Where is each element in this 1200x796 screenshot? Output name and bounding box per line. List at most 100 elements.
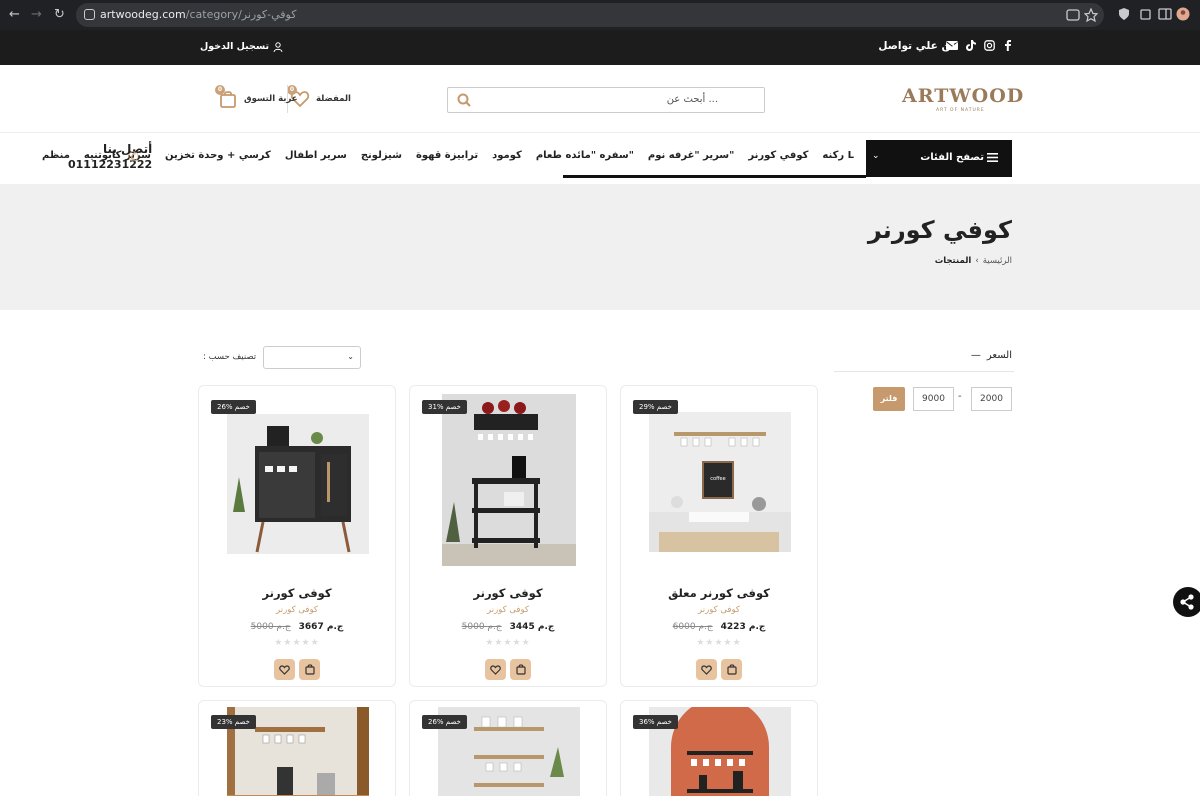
product-card[interactable]: 26% خصم [409,700,607,796]
panel-icon[interactable] [1158,7,1172,21]
contact-title: أتصل بنا [102,142,153,156]
product-name[interactable]: كوفى كورنر معلق [621,586,817,600]
browse-categories-button[interactable]: ⌄ تصفح الفئات [866,140,1012,177]
nav-item-l-sofa[interactable]: ركنه L [822,150,854,161]
contact-phone-number: 01112231222 [68,158,153,171]
current-price: 3667 ج.م [298,622,344,632]
product-card[interactable]: 36% خصم [620,700,818,796]
product-category[interactable]: كوفى كورنر [621,605,817,615]
url-text: artwoodeg.com/category/كوفي-كورنر [100,8,297,21]
search-icon[interactable] [456,92,472,108]
login-link[interactable]: تسجيل الدخول [200,41,283,52]
chevron-down-icon: ⌄ [347,352,354,361]
menu-icon [987,153,998,162]
contact-phone-block[interactable]: أتصل بنا 01112231222 [68,142,152,171]
current-price: 4223 ج.م [720,622,766,632]
facebook-icon[interactable] [1003,40,1012,51]
nav-item-nightstand[interactable]: كومود [492,150,522,161]
cart-bag-icon [515,664,526,675]
search-box: أبحث عن ... [447,87,765,113]
rating-stars: ★★★★★ [274,638,320,648]
discount-badge: 29% خصم [633,400,678,414]
product-category[interactable]: كوفى كورنر [199,605,395,615]
product-image[interactable] [227,392,369,566]
add-to-wishlist-button[interactable] [274,659,295,680]
discount-badge: 31% خصم [422,400,467,414]
bookmark-star-icon[interactable] [1084,8,1098,22]
cart-bag-icon [726,664,737,675]
chevron-down-icon: ⌄ [872,151,880,161]
add-to-cart-button[interactable] [510,659,531,680]
add-to-wishlist-button[interactable] [485,659,506,680]
reload-icon[interactable]: ↻ [54,7,65,23]
top-bar: كن علي تواصل تسجيل الدخول [0,30,1200,65]
discount-badge: 23% خصم [211,715,256,729]
nav-item-organizer[interactable]: منظم [42,150,70,161]
price-filter-label: السعر [986,350,1012,361]
add-to-wishlist-button[interactable] [696,659,717,680]
product-price: 3445 ج.م 5000 ج.م [410,622,606,632]
sort-select[interactable]: ⌄ [263,346,361,369]
favorites-label: المفضلة [316,94,351,104]
product-image[interactable] [438,392,580,566]
add-to-cart-button[interactable] [299,659,320,680]
forward-icon[interactable]: → [31,7,42,23]
profile-avatar-icon[interactable] [1176,7,1190,21]
favorites-link[interactable]: 0 المفضلة [287,85,351,109]
price-max-input[interactable]: 9000 [913,387,954,411]
browse-categories-label: تصفح الفئات [920,152,984,163]
nav-item-dining[interactable]: سفره "مائده طعام" [536,150,634,161]
cart-bag-icon: 0 [215,85,238,109]
share-button[interactable] [1173,587,1200,617]
nav-item-chaise[interactable]: شيزلونج [361,150,402,161]
product-name[interactable]: كوفى كورنر [410,586,606,600]
product-name[interactable]: كوفى كورنر [199,586,395,600]
cart-count-badge: 0 [215,85,225,95]
tiktok-icon[interactable] [966,40,976,51]
product-actions [621,659,817,680]
product-card[interactable]: 31% خصم كوفى كورنر كوفى كورنر 3445 ج.م 5… [409,385,607,687]
filter-button[interactable]: فلتر [873,387,905,411]
price-filter-divider [834,371,1014,372]
breadcrumb-home[interactable]: الرئيسية [983,256,1012,266]
site-info-icon[interactable] [84,9,95,20]
login-label: تسجيل الدخول [200,41,270,52]
price-filter-title[interactable]: — السعر [971,350,1012,361]
product-actions [199,659,395,680]
address-bar[interactable]: artwoodeg.com/category/كوفي-كورنر [76,3,1104,27]
product-category[interactable]: كوفى كورنر [410,605,606,615]
translate-icon[interactable] [1066,8,1080,22]
heart-icon [279,664,290,675]
logo-tagline: ART OF NATURE [936,108,985,113]
add-to-cart-button[interactable] [721,659,742,680]
nav-item-coffee-table[interactable]: ترابيزة قهوة [416,150,478,161]
product-card[interactable]: 29% خصم coffee كوفى كورنر معلق كوفى كورن… [620,385,818,687]
rating-stars: ★★★★★ [485,638,531,648]
nav-item-coffee-corner[interactable]: كوفي كورنر [748,150,808,161]
instagram-icon[interactable] [984,40,995,51]
product-card[interactable]: 23% خصم [198,700,396,796]
contact-us-link[interactable]: كن علي تواصل [878,40,957,52]
nav-item-chair-storage[interactable]: كرسي + وحدة تخزين [165,150,271,161]
old-price: 5000 ج.م [250,622,291,632]
nav-item-bed[interactable]: سرير "غرفه نوم" [648,150,734,161]
site-logo[interactable]: ARTWOOD ART OF NATURE [902,85,1023,115]
price-range-dash: - [958,391,962,402]
price-min-input[interactable]: 2000 [971,387,1012,411]
breadcrumb-separator-icon: ‹ [975,256,979,266]
nav-item-kids-bed[interactable]: سرير اطفال [285,150,347,161]
extension-shield-icon[interactable] [1117,7,1131,21]
back-icon[interactable]: ← [9,7,20,23]
svg-text:coffee: coffee [710,476,725,482]
rating-stars: ★★★★★ [696,638,742,648]
product-card[interactable]: 26% خصم كوفى كورنر كوفى كورنر 3667 ج.م 5… [198,385,396,687]
discount-badge: 26% خصم [211,400,256,414]
user-icon [273,41,283,52]
cart-link[interactable]: 0 عربة التسوق [215,85,298,109]
search-input[interactable]: أبحث عن ... [667,94,718,105]
extensions-icon[interactable] [1139,7,1153,21]
product-image[interactable]: coffee [649,392,791,566]
logo-text: ARTWOOD [902,85,1025,107]
current-price: 3445 ج.م [509,622,555,632]
product-actions [410,659,606,680]
